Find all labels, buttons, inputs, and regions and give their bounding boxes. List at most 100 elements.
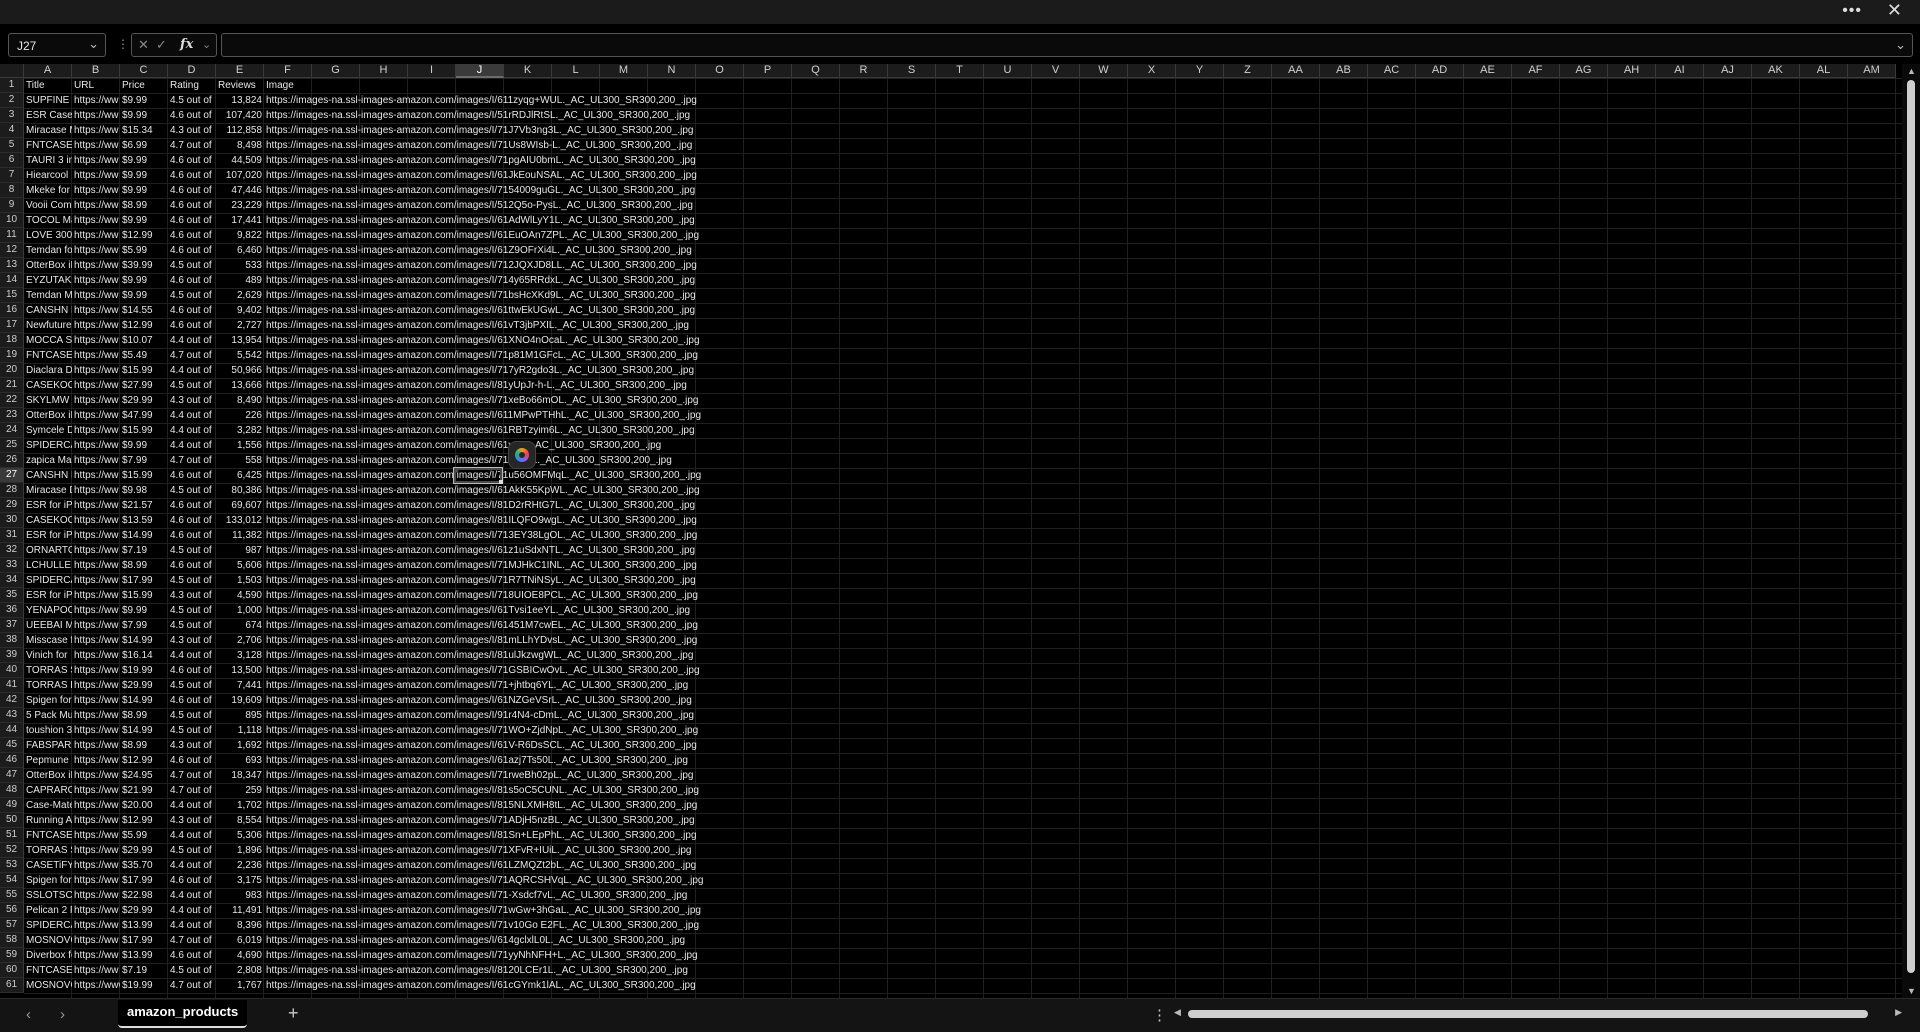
table-cell[interactable]: $29.99 — [120, 843, 168, 858]
table-cell[interactable]: https://images-na.ssl-images-amazon.com/… — [264, 513, 724, 528]
table-cell[interactable]: https://ww — [72, 213, 120, 228]
table-cell[interactable]: 4.4 out of — [168, 408, 216, 423]
column-header-z[interactable]: Z — [1224, 64, 1272, 78]
table-cell[interactable]: $7.19 — [120, 963, 168, 978]
table-cell[interactable]: 4.6 out of — [168, 213, 216, 228]
table-cell[interactable]: $47.99 — [120, 408, 168, 423]
table-cell[interactable]: 4.6 out of — [168, 513, 216, 528]
table-cell[interactable]: 4.3 out of — [168, 123, 216, 138]
row-header[interactable]: 3 — [0, 108, 24, 123]
table-cell[interactable]: MOSNOVO — [24, 933, 72, 948]
row-header[interactable]: 33 — [0, 558, 24, 573]
table-cell[interactable]: https://images-na.ssl-images-amazon.com/… — [264, 648, 724, 663]
column-header-f[interactable]: F — [264, 64, 312, 78]
table-cell[interactable]: https://ww — [72, 603, 120, 618]
table-cell[interactable]: SSLOTSC/ — [24, 888, 72, 903]
row-header[interactable]: 6 — [0, 153, 24, 168]
table-cell[interactable]: 4.5 out of — [168, 708, 216, 723]
table-cell[interactable]: Symcele D — [24, 423, 72, 438]
table-cell[interactable]: 4.3 out of — [168, 393, 216, 408]
table-cell[interactable]: CANSHN M — [24, 303, 72, 318]
row-header[interactable]: 49 — [0, 798, 24, 813]
table-cell[interactable]: 4.6 out of — [168, 183, 216, 198]
table-cell[interactable]: https://ww — [72, 963, 120, 978]
name-box[interactable]: J27 ⌄ — [8, 33, 106, 57]
table-cell[interactable]: 6,460 — [216, 243, 264, 258]
table-cell[interactable]: Diverbox fo — [24, 948, 72, 963]
table-cell[interactable]: 4.7 out of — [168, 783, 216, 798]
scroll-right-icon[interactable]: ▶ — [1895, 1007, 1902, 1018]
column-title[interactable]: Title — [24, 78, 72, 93]
row-header[interactable]: 38 — [0, 633, 24, 648]
row-header[interactable]: 21 — [0, 378, 24, 393]
table-cell[interactable]: https://images-na.ssl-images-amazon.com/… — [264, 873, 724, 888]
copilot-icon[interactable] — [508, 441, 536, 469]
table-cell[interactable]: 4.5 out of — [168, 288, 216, 303]
table-cell[interactable]: $17.99 — [120, 573, 168, 588]
table-cell[interactable]: 4.6 out of — [168, 243, 216, 258]
table-cell[interactable]: 1,702 — [216, 798, 264, 813]
table-cell[interactable]: $15.34 — [120, 123, 168, 138]
table-cell[interactable]: 5,306 — [216, 828, 264, 843]
table-cell[interactable]: 4.7 out of — [168, 768, 216, 783]
table-cell[interactable]: 4.4 out of — [168, 828, 216, 843]
row-header[interactable]: 39 — [0, 648, 24, 663]
table-cell[interactable]: Newfuture — [24, 318, 72, 333]
column-header-d[interactable]: D — [168, 64, 216, 78]
fill-handle[interactable] — [499, 480, 503, 484]
column-header-w[interactable]: W — [1080, 64, 1128, 78]
table-cell[interactable]: $19.99 — [120, 978, 168, 993]
table-cell[interactable]: $12.99 — [120, 753, 168, 768]
row-header[interactable]: 22 — [0, 393, 24, 408]
table-cell[interactable]: 4.5 out of — [168, 843, 216, 858]
ellipsis-icon[interactable]: ••• — [1842, 2, 1862, 20]
table-cell[interactable]: 17,441 — [216, 213, 264, 228]
table-cell[interactable]: 4.5 out of — [168, 963, 216, 978]
row-header[interactable]: 5 — [0, 138, 24, 153]
column-header-ai[interactable]: AI — [1656, 64, 1704, 78]
row-header[interactable]: 16 — [0, 303, 24, 318]
table-cell[interactable]: CASEKOO — [24, 378, 72, 393]
table-cell[interactable]: https://images-na.ssl-images-amazon.com/… — [264, 453, 724, 468]
table-cell[interactable]: $14.99 — [120, 723, 168, 738]
table-cell[interactable]: https://ww — [72, 258, 120, 273]
vertical-scrollbar[interactable]: ▲ ▼ — [1902, 64, 1920, 998]
table-cell[interactable]: 7,441 — [216, 678, 264, 693]
column-header-h[interactable]: H — [360, 64, 408, 78]
table-cell[interactable]: https://images-na.ssl-images-amazon.com/… — [264, 303, 724, 318]
table-cell[interactable]: 4.4 out of — [168, 888, 216, 903]
table-cell[interactable]: https://ww — [72, 558, 120, 573]
table-cell[interactable]: https://images-na.ssl-images-amazon.com/… — [264, 543, 724, 558]
table-cell[interactable]: 5 Pack Mu — [24, 708, 72, 723]
table-cell[interactable]: YENAPOO — [24, 603, 72, 618]
table-cell[interactable]: https://images-na.ssl-images-amazon.com/… — [264, 273, 724, 288]
table-cell[interactable]: https://ww — [72, 813, 120, 828]
table-cell[interactable]: 8,490 — [216, 393, 264, 408]
table-cell[interactable]: 4.5 out of — [168, 93, 216, 108]
table-cell[interactable]: https://images-na.ssl-images-amazon.com/… — [264, 828, 724, 843]
table-cell[interactable]: $35.70 — [120, 858, 168, 873]
table-cell[interactable]: https://ww — [72, 393, 120, 408]
table-cell[interactable]: $12.99 — [120, 318, 168, 333]
column-header-ak[interactable]: AK — [1752, 64, 1800, 78]
table-cell[interactable]: https://ww — [72, 543, 120, 558]
formula-bar-handle-icon[interactable]: ⋮ — [117, 37, 129, 51]
row-header[interactable]: 55 — [0, 888, 24, 903]
table-cell[interactable]: $12.99 — [120, 228, 168, 243]
row-header[interactable]: 36 — [0, 603, 24, 618]
table-cell[interactable]: 9,822 — [216, 228, 264, 243]
table-cell[interactable]: 4.7 out of — [168, 138, 216, 153]
table-cell[interactable]: https://ww — [72, 588, 120, 603]
column-title[interactable]: URL — [72, 78, 120, 93]
table-cell[interactable]: https://ww — [72, 678, 120, 693]
table-cell[interactable]: https://images-na.ssl-images-amazon.com/… — [264, 138, 724, 153]
column-header-p[interactable]: P — [744, 64, 792, 78]
table-cell[interactable]: $9.99 — [120, 438, 168, 453]
table-cell[interactable]: 4.5 out of — [168, 573, 216, 588]
table-cell[interactable]: 4.7 out of — [168, 933, 216, 948]
table-cell[interactable]: 4.6 out of — [168, 108, 216, 123]
table-cell[interactable]: $29.99 — [120, 393, 168, 408]
row-header[interactable]: 1 — [0, 78, 24, 93]
table-cell[interactable]: https://images-na.ssl-images-amazon.com/… — [264, 903, 724, 918]
table-cell[interactable]: 4,590 — [216, 588, 264, 603]
